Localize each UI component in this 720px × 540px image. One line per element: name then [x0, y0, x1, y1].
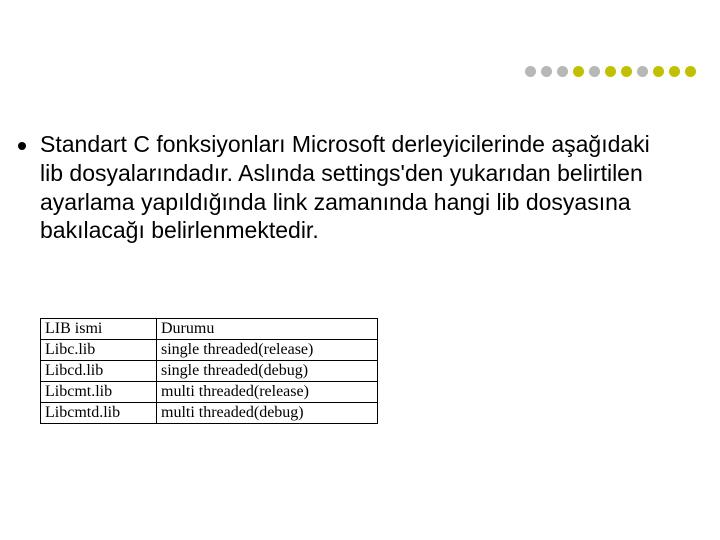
- table-cell: Libc.lib: [41, 340, 157, 361]
- table-cell: single threaded(debug): [157, 361, 378, 382]
- table-row: Libc.lib single threaded(release): [41, 340, 378, 361]
- body-text: Standart C fonksiyonları Microsoft derle…: [40, 130, 660, 245]
- dot-icon: [589, 66, 600, 77]
- table-header-cell: Durumu: [157, 319, 378, 340]
- table-cell: single threaded(release): [157, 340, 378, 361]
- dot-icon: [525, 66, 536, 77]
- table-cell: Libcmtd.lib: [41, 403, 157, 424]
- dot-icon: [637, 66, 648, 77]
- table-cell: multi threaded(debug): [157, 403, 378, 424]
- slide-content: Standart C fonksiyonları Microsoft derle…: [18, 130, 660, 245]
- dot-icon: [669, 66, 680, 77]
- table-row: Libcmt.lib multi threaded(release): [41, 382, 378, 403]
- list-item: Standart C fonksiyonları Microsoft derle…: [18, 130, 660, 245]
- dot-icon: [685, 66, 696, 77]
- lib-table: LIB ismi Durumu Libc.lib single threaded…: [40, 318, 378, 424]
- dot-icon: [605, 66, 616, 77]
- lib-table-inner: LIB ismi Durumu Libc.lib single threaded…: [40, 318, 378, 424]
- table-cell: Libcd.lib: [41, 361, 157, 382]
- bullet-icon: [18, 142, 26, 150]
- dot-icon: [653, 66, 664, 77]
- table-cell: Libcmt.lib: [41, 382, 157, 403]
- dot-icon: [557, 66, 568, 77]
- dot-icon: [541, 66, 552, 77]
- decor-dots: [525, 66, 696, 77]
- table-header-cell: LIB ismi: [41, 319, 157, 340]
- dot-icon: [573, 66, 584, 77]
- table-row: Libcd.lib single threaded(debug): [41, 361, 378, 382]
- table-cell: multi threaded(release): [157, 382, 378, 403]
- table-row: LIB ismi Durumu: [41, 319, 378, 340]
- table-row: Libcmtd.lib multi threaded(debug): [41, 403, 378, 424]
- dot-icon: [621, 66, 632, 77]
